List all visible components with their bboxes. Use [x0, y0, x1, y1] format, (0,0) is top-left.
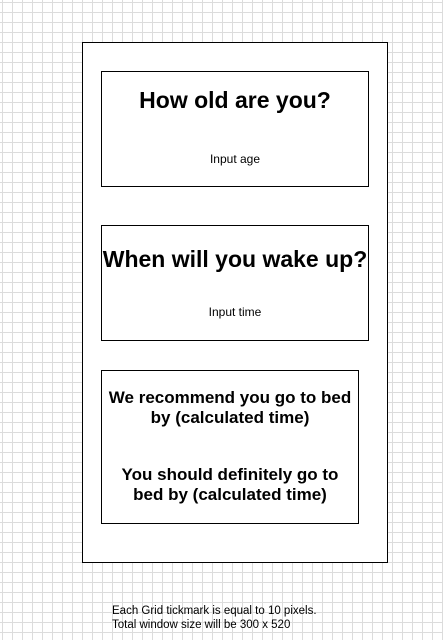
wake-card: When will you wake up? Input time [101, 225, 369, 341]
age-input[interactable]: Input age [102, 152, 368, 166]
definite-bedtime-line-2: bed by (calculated time) [133, 485, 327, 504]
wake-question-heading: When will you wake up? [102, 246, 368, 272]
definite-bedtime-text: You should definitely go to bed by (calc… [102, 465, 358, 505]
age-card: How old are you? Input age [101, 71, 369, 187]
recommendation-line-1: We recommend you go to bed [108, 388, 352, 407]
definite-bedtime-line-1: You should definitely go to [121, 465, 339, 484]
grid-scale-note: Each Grid tickmark is equal to 10 pixels… [112, 605, 317, 617]
window-size-note: Total window size will be 300 x 520 [112, 619, 291, 631]
recommendation-line-2: by (calculated time) [150, 408, 310, 427]
age-question-heading: How old are you? [139, 87, 331, 113]
result-card: We recommend you go to bed by (calculate… [101, 370, 359, 524]
wake-time-input[interactable]: Input time [102, 305, 368, 319]
recommendation-text: We recommend you go to bed by (calculate… [102, 388, 358, 428]
footnote: Each Grid tickmark is equal to 10 pixels… [112, 604, 317, 632]
